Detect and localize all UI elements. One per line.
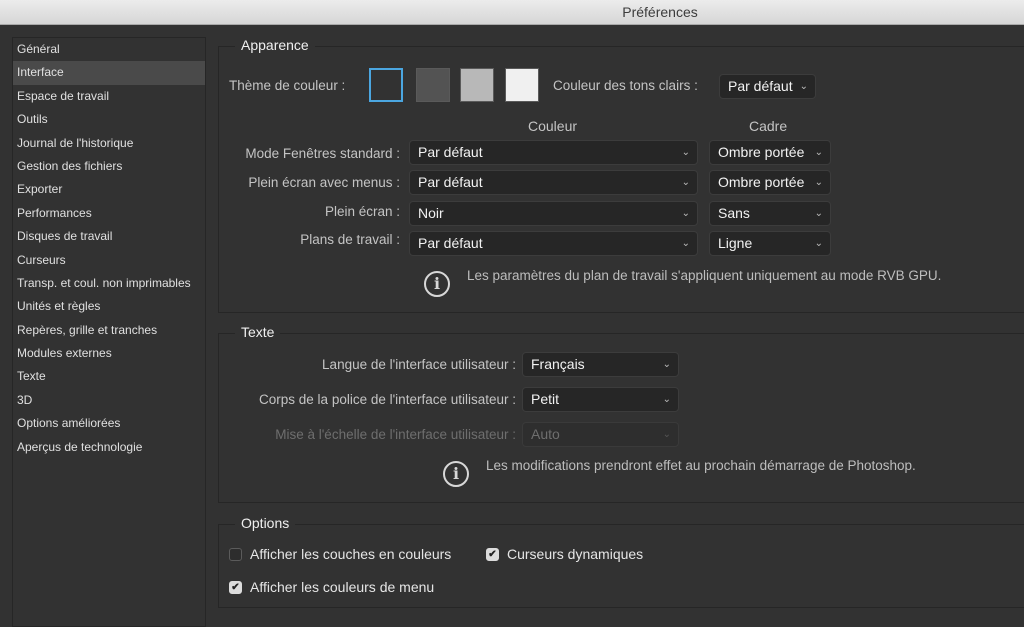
show-menu-colors-checkbox[interactable]: ✔	[229, 581, 242, 594]
chevron-down-icon: ⌄	[662, 394, 671, 405]
fullscreen-frame-select[interactable]: Sans ⌄	[709, 201, 831, 226]
chevron-down-icon: ⌄	[681, 208, 690, 219]
ui-scale-select: Auto ⌄	[522, 422, 679, 447]
sidebar-item[interactable]: Transp. et coul. non imprimables	[13, 272, 205, 295]
standard-color-select[interactable]: Par défaut ⌄	[409, 140, 698, 165]
ui-language-select[interactable]: Français ⌄	[522, 352, 679, 377]
artboards-color-select[interactable]: Par défaut ⌄	[409, 231, 698, 256]
sidebar-item[interactable]: Unités et règles	[13, 295, 205, 318]
sidebar-item[interactable]: Texte	[13, 365, 205, 388]
chevron-down-icon: ⌄	[814, 238, 823, 249]
standard-color-value: Par défaut	[418, 144, 483, 160]
sidebar-item[interactable]: Performances	[13, 202, 205, 225]
options-group: Options	[218, 515, 1024, 608]
chevron-down-icon: ⌄	[681, 147, 690, 158]
chevron-down-icon: ⌄	[814, 177, 823, 188]
theme-swatch-light[interactable]	[505, 68, 539, 102]
ui-font-size-select[interactable]: Petit ⌄	[522, 387, 679, 412]
fullscreen-frame-value: Sans	[718, 205, 750, 221]
row-label-fullscreen: Plein écran :	[324, 204, 400, 219]
window-title: Préférences	[622, 4, 698, 20]
sidebar-item[interactable]: Journal de l'historique	[13, 132, 205, 155]
ui-scale-label: Mise à l'échelle de l'interface utilisat…	[275, 427, 516, 442]
dynamic-cursors-label[interactable]: Curseurs dynamiques	[507, 546, 643, 562]
sidebar-item[interactable]: Modules externes	[13, 342, 205, 365]
row-label-artboards: Plans de travail :	[300, 232, 400, 247]
row-label-standard: Mode Fenêtres standard :	[245, 146, 400, 161]
row-label-fullscreen-menus: Plein écran avec menus :	[248, 175, 400, 190]
ui-scale-value: Auto	[531, 426, 560, 442]
fullscreen-menus-color-select[interactable]: Par défaut ⌄	[409, 170, 698, 195]
theme-label: Thème de couleur :	[229, 78, 346, 93]
artboards-color-value: Par défaut	[418, 235, 483, 251]
sidebar-item[interactable]: Repères, grille et tranches	[13, 319, 205, 342]
ui-language-label: Langue de l'interface utilisateur :	[322, 357, 516, 372]
window-titlebar: Préférences	[0, 0, 1024, 25]
checkmark-icon: ✔	[488, 549, 497, 560]
preferences-sidebar: Général Interface Espace de travail Outils J…	[12, 37, 206, 627]
ui-language-value: Français	[531, 356, 585, 372]
sidebar-item[interactable]: Options améliorées	[13, 412, 205, 435]
sidebar-item[interactable]: Disques de travail	[13, 225, 205, 248]
chevron-down-icon: ⌄	[814, 147, 823, 158]
highlight-color-select[interactable]: Par défaut ⌄	[719, 74, 816, 99]
sidebar-item[interactable]: 3D	[13, 389, 205, 412]
dynamic-cursors-checkbox[interactable]: ✔	[486, 548, 499, 561]
standard-frame-select[interactable]: Ombre portée ⌄	[709, 140, 831, 165]
chevron-down-icon: ⌄	[662, 429, 671, 440]
fullscreen-menus-frame-select[interactable]: Ombre portée ⌄	[709, 170, 831, 195]
show-channels-color-checkbox[interactable]	[229, 548, 242, 561]
fullscreen-menus-color-value: Par défaut	[418, 174, 483, 190]
sidebar-item[interactable]: Aperçus de technologie	[13, 436, 205, 459]
fullscreen-color-value: Noir	[418, 205, 444, 221]
info-icon: i	[424, 271, 450, 297]
chevron-down-icon: ⌄	[681, 238, 690, 249]
fullscreen-color-select[interactable]: Noir ⌄	[409, 201, 698, 226]
artboards-frame-value: Ligne	[718, 235, 753, 251]
highlight-color-label: Couleur des tons clairs :	[553, 78, 698, 93]
checkmark-icon: ✔	[231, 582, 240, 593]
column-header-frame: Cadre	[749, 118, 788, 134]
sidebar-item[interactable]: Interface	[13, 61, 205, 85]
text-title: Texte	[235, 324, 281, 340]
options-title: Options	[235, 515, 296, 531]
sidebar-item[interactable]: Gestion des fichiers	[13, 155, 205, 178]
chevron-down-icon: ⌄	[814, 208, 823, 219]
sidebar-item[interactable]: Général	[13, 38, 205, 61]
chevron-down-icon: ⌄	[681, 177, 690, 188]
sidebar-item[interactable]: Curseurs	[13, 249, 205, 272]
highlight-color-value: Par défaut	[728, 78, 793, 94]
sidebar-item[interactable]: Outils	[13, 108, 205, 131]
fullscreen-menus-frame-value: Ombre portée	[718, 174, 805, 190]
ui-font-size-value: Petit	[531, 391, 560, 407]
appearance-title: Apparence	[235, 37, 315, 53]
chevron-down-icon: ⌄	[662, 359, 671, 370]
ui-font-size-label: Corps de la police de l'interface utilis…	[259, 392, 516, 407]
theme-swatch-medium[interactable]	[460, 68, 494, 102]
sidebar-list: Général Interface Espace de travail Outils J…	[13, 38, 205, 459]
artboards-frame-select[interactable]: Ligne ⌄	[709, 231, 831, 256]
theme-swatch-dark[interactable]	[416, 68, 450, 102]
show-menu-colors-label[interactable]: Afficher les couleurs de menu	[250, 579, 434, 595]
sidebar-item[interactable]: Exporter	[13, 178, 205, 201]
column-header-color: Couleur	[528, 118, 578, 134]
artboard-info-text: Les paramètres du plan de travail s'appl…	[467, 268, 942, 283]
chevron-down-icon: ⌄	[799, 81, 808, 92]
sidebar-item[interactable]: Espace de travail	[13, 85, 205, 108]
show-channels-color-label[interactable]: Afficher les couches en couleurs	[250, 546, 451, 562]
info-icon: i	[443, 461, 469, 487]
standard-frame-value: Ombre portée	[718, 144, 805, 160]
restart-info-text: Les modifications prendront effet au pro…	[486, 458, 916, 473]
theme-swatch-darkest[interactable]	[369, 68, 403, 102]
